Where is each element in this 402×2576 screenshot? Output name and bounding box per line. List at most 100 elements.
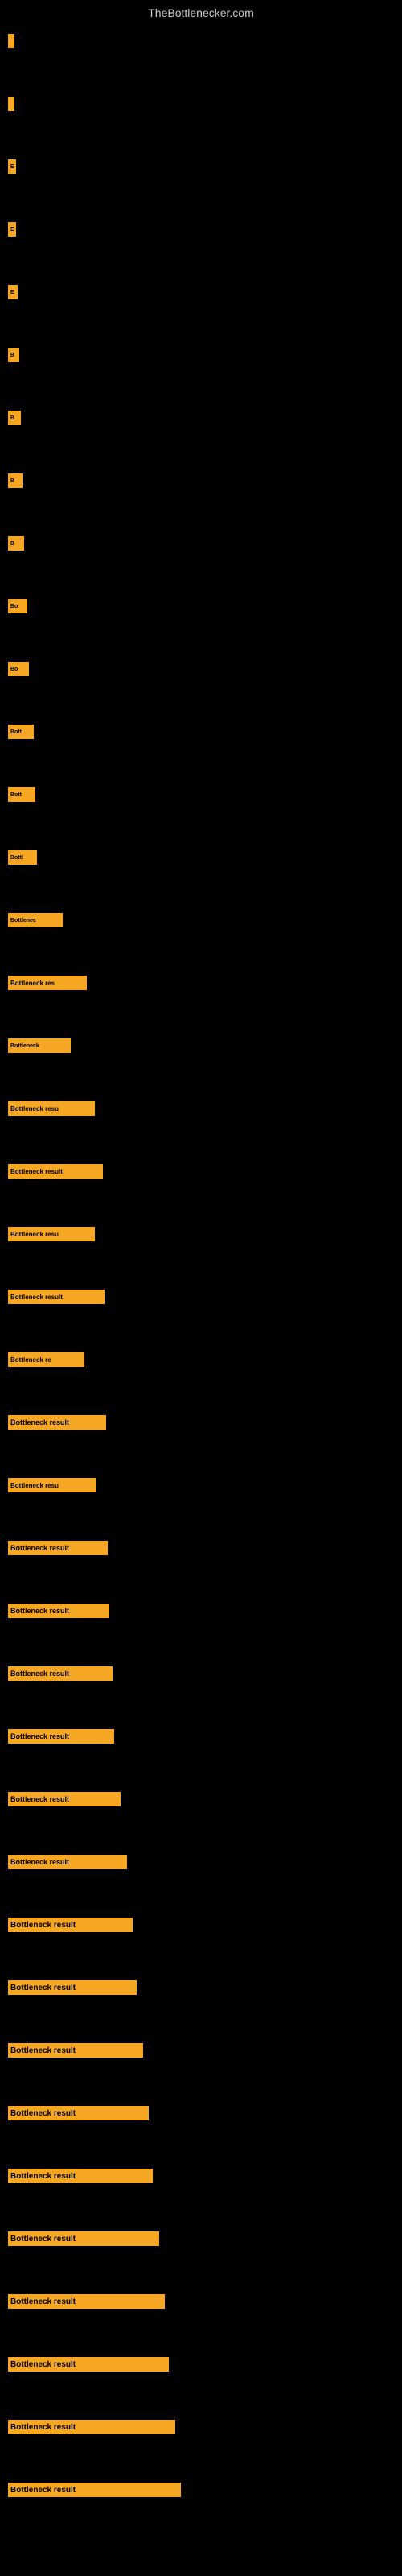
bar-label: B [10, 353, 14, 358]
bar-label: Bottleneck resu [10, 1482, 59, 1489]
bar-row: Bottleneck result [8, 2167, 153, 2185]
bars-container: EEEBBBBBoBoBottBottBottlBottlenecBottlen… [0, 24, 402, 40]
bar [8, 34, 14, 48]
bar: Bo [8, 599, 27, 613]
bar-row: E [8, 221, 16, 238]
bar: Bottleneck result [8, 2294, 165, 2309]
bar: B [8, 536, 24, 551]
bar: Bottleneck result [8, 2106, 149, 2120]
bar: Bottleneck result [8, 2357, 169, 2372]
bar-label: Bottleneck resu [10, 1105, 59, 1113]
bar-row: B [8, 472, 23, 489]
bar-row: Bottleneck result [8, 1162, 103, 1180]
bar-label: Bottleneck [10, 1043, 39, 1049]
bar: E [8, 159, 16, 174]
bar: Bottleneck result [8, 1415, 106, 1430]
bar: Bott [8, 787, 35, 802]
bar [8, 97, 14, 111]
bar: B [8, 348, 19, 362]
bar-row [8, 95, 14, 113]
bar-row: Bottleneck result [8, 1790, 121, 1808]
bar: Bottleneck result [8, 1980, 137, 1995]
bar-row: Bottleneck result [8, 1979, 137, 1996]
bar: Bottleneck result [8, 2483, 181, 2497]
bar-row: Bo [8, 660, 29, 678]
bar: Bo [8, 662, 29, 676]
bar-label: Bottleneck result [10, 2172, 76, 2181]
bar: Bottleneck result [8, 2420, 175, 2434]
bar-label: Bottleneck result [10, 1732, 69, 1740]
bar-row: Bott [8, 723, 34, 741]
bar-row: Bottleneck [8, 1037, 71, 1055]
bar-label: E [10, 227, 14, 233]
bar: Bottlenec [8, 913, 63, 927]
bar-label: Bottleneck result [10, 2360, 76, 2369]
bar-row: Bottlenec [8, 911, 63, 929]
bar: Bottleneck result [8, 1855, 127, 1869]
bar-row: Bottleneck resu [8, 1476, 96, 1494]
bar: Bottleneck result [8, 2169, 153, 2183]
bar-row: Bottleneck result [8, 1853, 127, 1871]
bar-row: Bottleneck resu [8, 1225, 95, 1243]
bar: Bottleneck result [8, 1792, 121, 1806]
bar: Bottl [8, 850, 37, 865]
bar-label: Bottleneck res [10, 980, 55, 987]
bar-row: Bottleneck re [8, 1351, 84, 1368]
bar-label: B [10, 541, 14, 547]
bar-row: Bottleneck result [8, 1916, 133, 1934]
bar-label: Bottleneck result [10, 2109, 76, 2118]
bar-row: Bottl [8, 848, 37, 866]
bar-label: E [10, 290, 14, 295]
bar-row: Bottleneck result [8, 2041, 143, 2059]
bar-label: Bottleneck result [10, 1418, 69, 1426]
bar-row: Bottleneck result [8, 1539, 108, 1557]
bar-label: Bo [10, 604, 18, 609]
bar-row: Bottleneck result [8, 1665, 113, 1682]
bar-label: Bottleneck result [10, 1795, 69, 1803]
bar-row: B [8, 409, 21, 427]
bar: Bott [8, 724, 34, 739]
bar-label: Bottleneck result [10, 1168, 63, 1175]
bar: Bottleneck resu [8, 1227, 95, 1241]
bar-row: B [8, 535, 24, 552]
bar: Bottleneck result [8, 1541, 108, 1555]
bar-row: Bott [8, 786, 35, 803]
bar-row: B [8, 346, 19, 364]
bar: B [8, 411, 21, 425]
bar: Bottleneck result [8, 1290, 105, 1304]
bar-row: Bottleneck result [8, 2293, 165, 2310]
bar: Bottleneck result [8, 1604, 109, 1618]
bar-row: Bottleneck res [8, 974, 87, 992]
bar-row: Bottleneck result [8, 2481, 181, 2499]
bar-row: E [8, 158, 16, 175]
bar-row: Bo [8, 597, 27, 615]
bar-label: Bottleneck result [10, 1921, 76, 1930]
bar-row: Bottleneck result [8, 1602, 109, 1620]
bar: Bottleneck result [8, 1164, 103, 1179]
bar-label: Bo [10, 667, 18, 672]
bar-label: Bottlenec [10, 918, 36, 923]
bar-label: Bott [10, 729, 22, 735]
bar-label: B [10, 415, 14, 421]
bar: Bottleneck result [8, 1729, 114, 1744]
bar: E [8, 285, 18, 299]
bar: Bottleneck re [8, 1352, 84, 1367]
bar-row: Bottleneck result [8, 1414, 106, 1431]
bar-label: Bottleneck result [10, 2423, 76, 2432]
bar: Bottleneck [8, 1038, 71, 1053]
bar-label: Bottleneck result [10, 1858, 69, 1866]
bar-row: Bottleneck resu [8, 1100, 95, 1117]
bar: Bottleneck result [8, 1666, 113, 1681]
bar-row: Bottleneck result [8, 2230, 159, 2248]
bar-label: Bottl [10, 855, 23, 861]
bar-label: Bottleneck result [10, 2297, 76, 2306]
bar-label: Bott [10, 792, 22, 798]
bar-row [8, 32, 14, 50]
bar-label: Bottleneck re [10, 1356, 51, 1364]
site-title: TheBottlenecker.com [0, 0, 402, 26]
bar-row: Bottleneck result [8, 1288, 105, 1306]
bar-label: Bottleneck result [10, 2486, 76, 2495]
bar-row: Bottleneck result [8, 2418, 175, 2436]
bar-label: Bottleneck result [10, 1294, 63, 1301]
bar: E [8, 222, 16, 237]
